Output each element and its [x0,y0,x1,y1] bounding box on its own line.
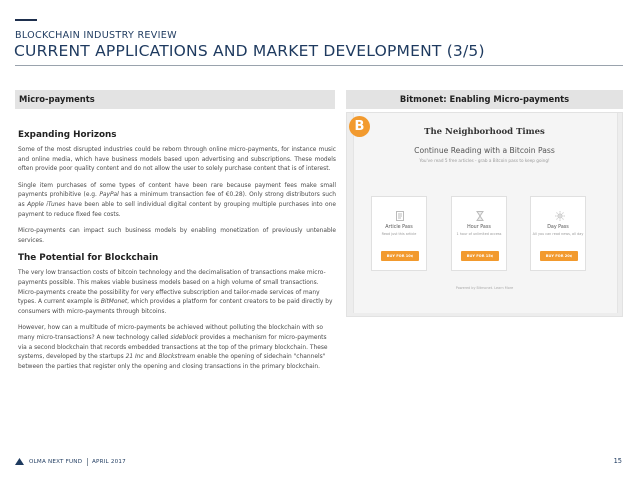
potential-for-blockchain-heading: The Potential for Blockchain [18,253,159,264]
pass-name: Day Pass [547,225,569,230]
pass-description: All you can read news, all day [532,232,584,236]
bitmonet-header: Bitmonet: Enabling Micro-payments [346,90,623,109]
paragraph-2: Single item purchases of some types of c… [18,182,336,218]
pass-name: Hour Pass [467,225,491,230]
paragraph-5: However, how can a multitude of micro-pa… [18,325,328,370]
day-pass-card: Day Pass All you can read news, all day … [530,196,586,271]
left-column: Expanding Horizons Some of the most disr… [18,130,336,379]
paragraph-4: The very low transaction costs of bitcoi… [18,270,333,315]
sun-icon [555,211,565,221]
screenshot-note: You've read 5 free articles - grab a Bit… [419,158,550,163]
buy-day-pass-button: BUY FOR 20¢ [540,251,578,261]
olma-logo-icon [15,458,24,465]
document-icon [396,211,404,221]
section-label: BLOCKCHAIN INDUSTRY REVIEW [15,30,177,41]
paragraph-3: Micro-payments can impact such business … [18,228,336,244]
buy-hour-pass-button: BUY FOR 15¢ [461,251,499,261]
expanding-horizons-heading: Expanding Horizons [18,130,117,140]
pass-name: Article Pass [385,225,413,230]
hourglass-icon [476,211,484,221]
hour-pass-card: Hour Pass 1 hour of unlimited access BUY… [451,196,507,271]
powered-by-text: Powered by Bitmonet. Learn More [455,286,514,290]
footer-brand: OLMA NEXT FUND [29,459,83,465]
newspaper-masthead: The Neighborhood Times [424,127,545,137]
accent-rule [15,19,37,21]
footer-separator [87,458,88,466]
page-number: 15 [613,457,622,465]
pass-description: Read just this article [381,232,417,236]
screenshot-heading: Continue Reading with a Bitcoin Pass [414,146,555,155]
buy-article-pass-button: BUY FOR 10¢ [381,251,419,261]
page-title: CURRENT APPLICATIONS AND MARKET DEVELOPM… [14,42,485,60]
micro-payments-header: Micro-payments [15,90,335,109]
paragraph-1: Some of the most disrupted industries co… [18,147,336,173]
pass-description: 1 hour of unlimited access [456,232,502,236]
footer-date: APRIL 2017 [92,459,126,465]
title-divider [15,65,623,66]
article-pass-card: Article Pass Read just this article BUY … [371,196,427,271]
